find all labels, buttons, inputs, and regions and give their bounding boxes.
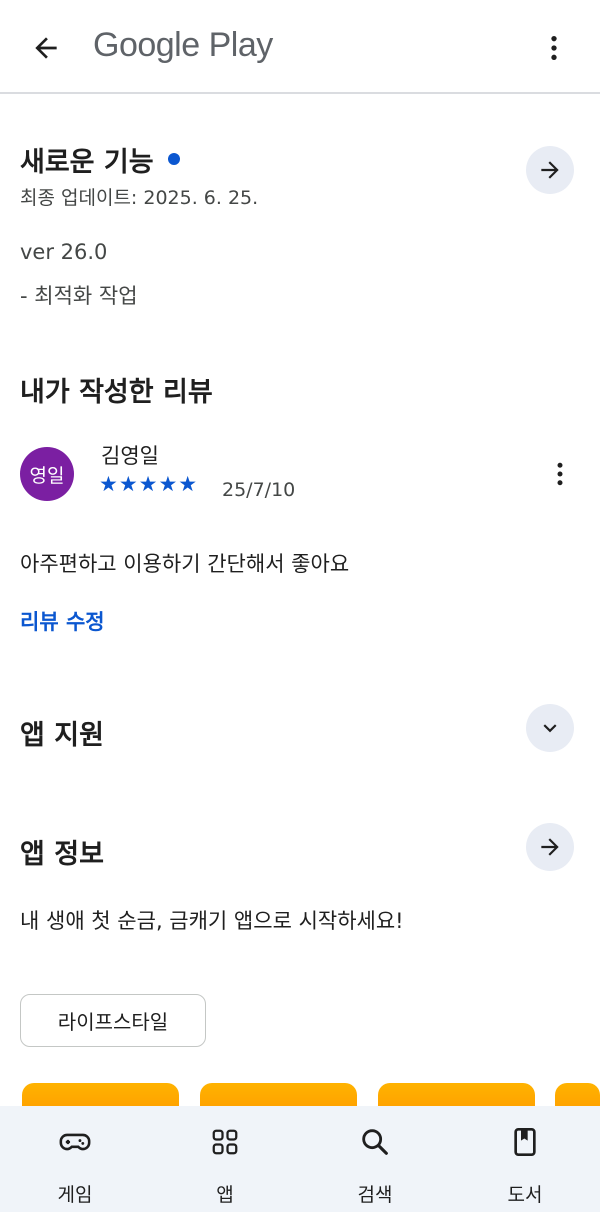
release-note-text: - 최적화 작업 (20, 284, 138, 308)
nav-item-apps[interactable]: 앱 (170, 1106, 280, 1212)
nav-item-games[interactable]: 게임 (20, 1106, 130, 1212)
app-title: Google Play (93, 26, 273, 64)
nav-label-games: 게임 (57, 1184, 93, 1206)
whats-new-expand-button[interactable] (526, 146, 574, 194)
review-text: 아주편하고 이용하기 간단해서 좋아요 (20, 552, 350, 576)
category-chip[interactable]: 라이프스타일 (20, 994, 206, 1047)
nav-item-search[interactable]: 검색 (320, 1106, 430, 1212)
arrow-back-icon (35, 37, 57, 59)
last-updated-text: 최종 업데이트: 2025. 6. 25. (20, 187, 259, 209)
nav-label-books: 도서 (507, 1184, 543, 1206)
my-review-title: 내가 작성한 리뷰 (20, 377, 213, 408)
apps-grid-icon (212, 1129, 238, 1155)
nav-item-books[interactable]: 도서 (470, 1106, 580, 1212)
app-description: 내 생애 첫 순금, 금캐기 앱으로 시작하세요! (20, 909, 404, 933)
more-vert-icon (557, 462, 563, 486)
review-more-button[interactable] (538, 452, 582, 496)
bottom-navigation: 게임 앱 검색 도서 (0, 1106, 600, 1212)
version-text: ver 26.0 (20, 240, 108, 264)
app-support-expand-button[interactable] (526, 704, 574, 752)
arrow-forward-icon (541, 838, 559, 856)
search-icon (362, 1129, 388, 1155)
arrow-forward-icon (541, 161, 559, 179)
chevron-down-icon (543, 724, 557, 733)
star-rating: ★★★★★ (99, 472, 199, 496)
avatar-text: 영일 (29, 464, 65, 487)
app-support-title: 앱 지원 (20, 720, 104, 751)
gamepad-icon (59, 1133, 91, 1151)
more-vert-icon (551, 36, 557, 60)
app-info-open-button[interactable] (526, 823, 574, 871)
nav-label-search: 검색 (357, 1184, 393, 1206)
book-icon (514, 1128, 536, 1156)
nav-label-apps: 앱 (216, 1184, 234, 1206)
app-info-title: 앱 정보 (20, 839, 104, 870)
new-indicator-dot (167, 153, 180, 165)
back-button[interactable] (22, 24, 70, 72)
avatar: 영일 (20, 447, 74, 501)
reviewer-name: 김영일 (101, 444, 159, 468)
more-options-button[interactable] (530, 24, 578, 72)
whats-new-title: 새로운 기능 (20, 147, 154, 178)
edit-review-link[interactable]: 리뷰 수정 (20, 606, 105, 636)
whats-new-heading: 새로운 기능 (20, 140, 180, 179)
review-date: 25/7/10 (222, 479, 296, 501)
top-app-bar: Google Play (0, 0, 600, 94)
